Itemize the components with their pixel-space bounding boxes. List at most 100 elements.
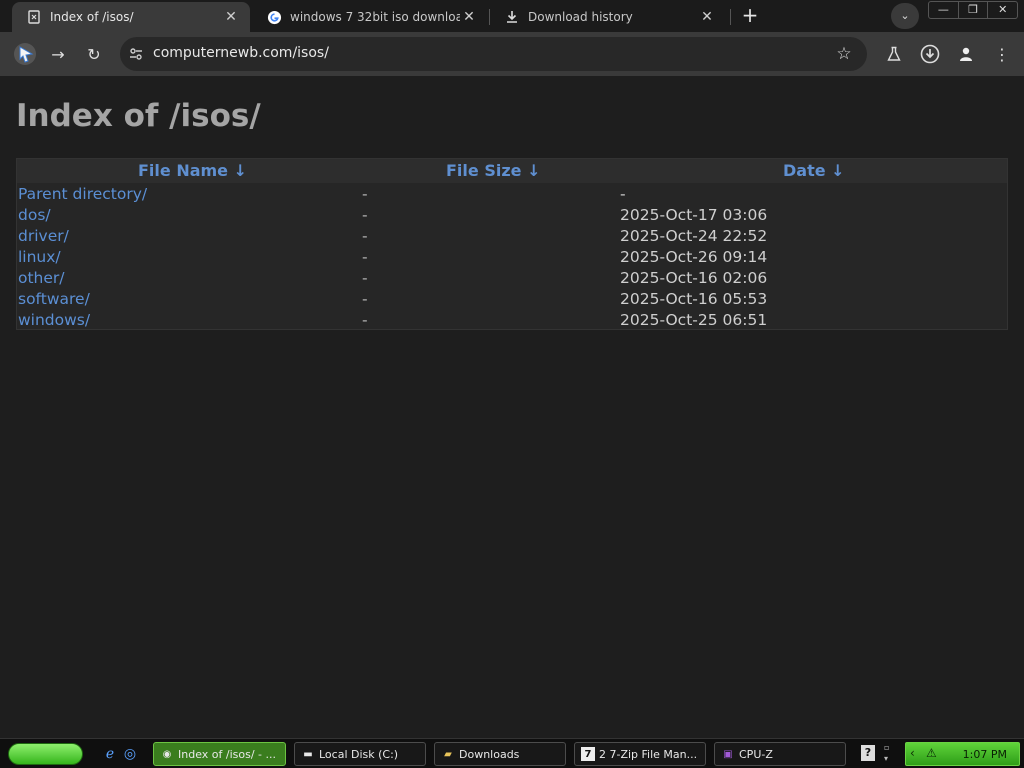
download-icon xyxy=(504,9,520,25)
close-icon[interactable]: ✕ xyxy=(460,9,478,25)
help-icon[interactable]: ? xyxy=(861,745,875,761)
taskbar: ℯ ◎ ◉ Index of /isos/ - ... ▬ Local Disk… xyxy=(0,738,1024,768)
clock[interactable]: 1:07 PM xyxy=(963,748,1007,761)
file-size: - xyxy=(362,290,368,308)
taskbar-item-downloads[interactable]: ▰ Downloads xyxy=(434,742,566,766)
table-row: linux/ - 2025-Oct-26 09:14 xyxy=(17,246,1007,267)
url-text[interactable]: computernewb.com/isos/ xyxy=(153,45,329,61)
file-size: - xyxy=(362,206,368,224)
tab-google-search[interactable]: windows 7 32bit iso download - Go ✕ xyxy=(252,2,488,32)
sort-by-size-link[interactable]: File Size ↓ xyxy=(446,161,540,180)
file-size: - xyxy=(362,227,368,245)
folder-icon: ▰ xyxy=(444,748,452,760)
folder-link-software[interactable]: software/ xyxy=(18,290,90,308)
taskbar-item-local-disk[interactable]: ▬ Local Disk (C:) xyxy=(294,742,426,766)
new-tab-button[interactable]: + xyxy=(738,5,762,27)
tab-search-button[interactable]: ⌄ xyxy=(891,3,919,29)
menu-button[interactable]: ⋮ xyxy=(987,39,1017,69)
file-date: - xyxy=(620,185,626,203)
file-date: 2025-Oct-17 03:06 xyxy=(620,206,768,224)
internet-explorer-icon[interactable]: ℯ xyxy=(101,745,119,763)
system-tray: ‹ ⚠ 1:07 PM xyxy=(905,742,1020,766)
folder-link-driver[interactable]: driver/ xyxy=(18,227,69,245)
7zip-icon: 7 xyxy=(581,747,595,761)
table-header: File Name ↓ File Size ↓ Date ↓ xyxy=(17,159,1007,183)
tab-title: Index of /isos/ xyxy=(50,10,134,24)
folder-link-windows[interactable]: windows/ xyxy=(18,311,90,329)
file-date: 2025-Oct-26 09:14 xyxy=(620,248,768,266)
file-size: - xyxy=(362,185,368,203)
site-info-icon[interactable] xyxy=(126,44,146,64)
cursor-icon xyxy=(14,43,36,65)
sort-by-date-link[interactable]: Date ↓ xyxy=(783,161,845,180)
back-button[interactable] xyxy=(10,39,40,69)
folder-link-linux[interactable]: linux/ xyxy=(18,248,61,266)
taskbar-label: 2 7-Zip File Man... xyxy=(599,747,698,761)
tab-separator xyxy=(730,9,731,25)
file-listing-table: File Name ↓ File Size ↓ Date ↓ Parent di… xyxy=(16,158,1008,330)
file-date: 2025-Oct-16 05:53 xyxy=(620,290,768,308)
download-circle-icon xyxy=(920,44,940,64)
tab-download-history[interactable]: Download history ✕ xyxy=(490,2,726,32)
taskbar-scroll-icon[interactable]: ▫ ▾ xyxy=(884,742,889,764)
cpuz-icon: ▣ xyxy=(723,748,733,760)
file-size: - xyxy=(362,269,368,287)
taskbar-label: Index of /isos/ - ... xyxy=(178,747,276,761)
close-icon[interactable]: ✕ xyxy=(222,9,240,25)
tab-title: Download history xyxy=(528,10,633,24)
file-size: - xyxy=(362,311,368,329)
taskbar-item-cpuz[interactable]: ▣ CPU-Z xyxy=(714,742,846,766)
table-row: windows/ - 2025-Oct-25 06:51 xyxy=(17,309,1007,330)
kebab-menu-icon: ⋮ xyxy=(994,44,1010,64)
browser-icon: ◉ xyxy=(162,748,172,760)
file-size: - xyxy=(362,248,368,266)
file-date: 2025-Oct-16 02:06 xyxy=(620,269,768,287)
network-icon[interactable]: ⚠ xyxy=(926,746,937,760)
table-row: Parent directory/ - - xyxy=(17,183,1007,204)
close-window-button[interactable]: ✕ xyxy=(988,2,1017,18)
page-icon xyxy=(26,9,42,25)
taskbar-label: Downloads xyxy=(459,747,520,761)
drive-icon: ▬ xyxy=(303,748,313,760)
taskbar-item-7zip[interactable]: 7 2 7-Zip File Man... xyxy=(574,742,706,766)
taskbar-label: CPU-Z xyxy=(739,747,773,761)
address-bar[interactable]: computernewb.com/isos/ ☆ xyxy=(120,37,867,71)
profile-button[interactable] xyxy=(951,39,981,69)
tab-index-of-isos[interactable]: Index of /isos/ ✕ xyxy=(12,2,250,32)
labs-button[interactable] xyxy=(879,39,909,69)
close-icon[interactable]: ✕ xyxy=(698,9,716,25)
file-date: 2025-Oct-24 22:52 xyxy=(620,227,768,245)
page-content: Index of /isos/ File Name ↓ File Size ↓ … xyxy=(0,76,1024,738)
table-row: software/ - 2025-Oct-16 05:53 xyxy=(17,288,1007,309)
taskbar-label: Local Disk (C:) xyxy=(319,747,399,761)
table-body: Parent directory/ - - dos/ - 2025-Oct-17… xyxy=(17,183,1007,330)
google-icon xyxy=(266,9,282,25)
taskbar-item-browser[interactable]: ◉ Index of /isos/ - ... xyxy=(153,742,286,766)
file-date: 2025-Oct-25 06:51 xyxy=(620,311,768,329)
arrow-right-icon: → xyxy=(51,44,65,64)
table-row: dos/ - 2025-Oct-17 03:06 xyxy=(17,204,1007,225)
tab-title: windows 7 32bit iso download - Go xyxy=(290,10,460,24)
forward-button[interactable]: → xyxy=(43,39,73,69)
tab-strip: Index of /isos/ ✕ windows 7 32bit iso do… xyxy=(0,0,1024,32)
window-controls: — ❐ ✕ xyxy=(928,1,1018,19)
folder-link-dos[interactable]: dos/ xyxy=(18,206,51,224)
flask-icon xyxy=(887,46,901,61)
table-row: other/ - 2025-Oct-16 02:06 xyxy=(17,267,1007,288)
reload-icon: ↻ xyxy=(87,44,101,64)
browser-toolbar: → ↻ computernewb.com/isos/ ☆ ⋮ xyxy=(0,32,1024,76)
restore-button[interactable]: ❐ xyxy=(959,2,989,18)
browser-quicklaunch-icon[interactable]: ◎ xyxy=(121,745,139,763)
reload-button[interactable]: ↻ xyxy=(79,39,109,69)
sort-by-name-link[interactable]: File Name ↓ xyxy=(138,161,247,180)
table-row: driver/ - 2025-Oct-24 22:52 xyxy=(17,225,1007,246)
downloads-button[interactable] xyxy=(915,39,945,69)
folder-link-other[interactable]: other/ xyxy=(18,269,65,287)
page-title: Index of /isos/ xyxy=(16,98,261,134)
minimize-button[interactable]: — xyxy=(929,2,959,18)
chevron-left-icon[interactable]: ‹ xyxy=(910,746,915,760)
bookmark-star-icon[interactable]: ☆ xyxy=(833,43,855,65)
parent-directory-link[interactable]: Parent directory/ xyxy=(18,185,147,203)
start-button[interactable] xyxy=(8,743,83,765)
person-icon xyxy=(960,47,972,61)
